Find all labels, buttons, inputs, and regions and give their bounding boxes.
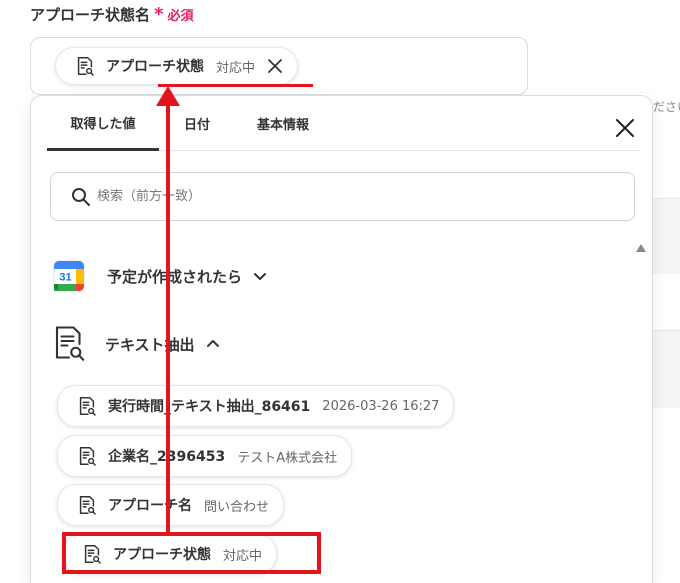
- field-label-text: アプローチ状態名: [30, 6, 151, 24]
- document-search-icon: [79, 447, 96, 466]
- chip-name: アプローチ状態: [106, 59, 204, 75]
- annotation-highlight-box: [62, 532, 321, 574]
- document-search-icon: [79, 496, 96, 515]
- document-search-icon: [55, 326, 85, 361]
- search-box[interactable]: [50, 172, 635, 221]
- scroll-up-icon[interactable]: [636, 244, 646, 252]
- chip-value: 対応中: [216, 60, 256, 76]
- selected-value-chip[interactable]: アプローチ状態 対応中: [55, 47, 299, 85]
- search-icon: [72, 187, 90, 206]
- tab-bar: 取得した値 日付 基本情報: [45, 96, 640, 151]
- chevron-down-icon[interactable]: [252, 268, 268, 284]
- item-name: 実行時間_テキスト抽出_86461: [108, 399, 311, 415]
- annotation-arrow: [156, 86, 180, 532]
- close-icon[interactable]: [614, 117, 636, 139]
- value-item[interactable]: 実行時間_テキスト抽出_86461 2026-03-26 16:27: [57, 385, 455, 427]
- value-item[interactable]: 企業名_2396453 テストA株式会社: [57, 435, 353, 477]
- background-row: [653, 330, 680, 408]
- google-calendar-icon: 31: [53, 260, 85, 292]
- tab-basic-info[interactable]: 基本情報: [245, 96, 321, 151]
- chevron-up-icon[interactable]: [205, 336, 221, 352]
- close-icon[interactable]: [267, 58, 283, 74]
- document-search-icon: [77, 57, 94, 76]
- document-search-icon: [79, 397, 96, 416]
- background-hint-text: ださい: [653, 100, 680, 114]
- item-value: 問い合わせ: [204, 499, 270, 515]
- item-value: テストA株式会社: [237, 450, 338, 466]
- item-value: 2026-03-26 16:27: [322, 398, 440, 414]
- background-row: [653, 198, 680, 274]
- calendar-day: 31: [59, 272, 71, 284]
- field-label: アプローチ状態名 * 必須: [30, 4, 193, 25]
- required-asterisk: *: [154, 3, 164, 25]
- required-text: 必須: [167, 9, 194, 24]
